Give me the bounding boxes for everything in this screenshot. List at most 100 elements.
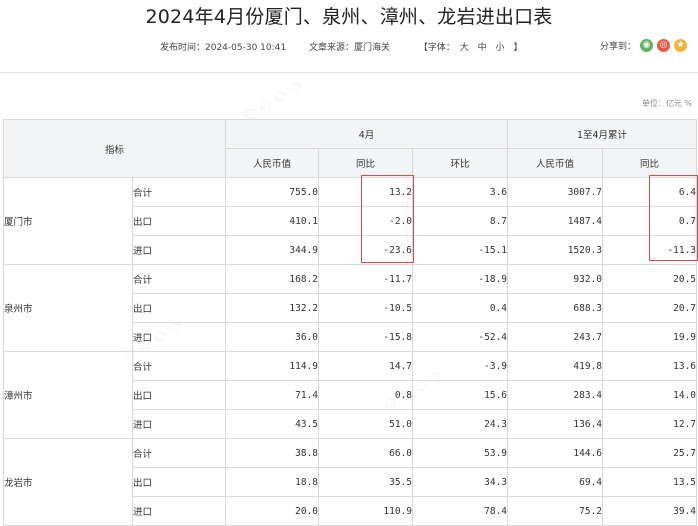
value-cell: -15.1 [412, 235, 509, 265]
value-cell: 3007.7 [507, 177, 604, 207]
value-cell: 0.7 [602, 206, 698, 236]
value-cell: -18.9 [412, 264, 509, 294]
value-cell: 283.4 [507, 380, 604, 410]
value-cell: 168.2 [225, 264, 320, 294]
value-cell: 136.4 [507, 409, 604, 439]
value-cell: 20.7 [602, 293, 698, 323]
value-cell: -23.6 [318, 235, 414, 265]
header-col-rmb: 人民币值 [225, 148, 320, 178]
value-cell: 69.4 [507, 467, 604, 497]
value-cell: 39.4 [602, 496, 698, 526]
font-size-small[interactable]: 小 [496, 43, 505, 53]
value-cell: -10.5 [318, 293, 414, 323]
header-col-ytd-rmb: 人民币值 [507, 148, 604, 178]
value-cell: -52.4 [412, 322, 509, 352]
font-size-label: 【字体： [418, 43, 455, 53]
value-cell: 24.3 [412, 409, 509, 439]
value-cell: 144.6 [507, 438, 604, 468]
value-cell: 51.0 [318, 409, 414, 439]
value-cell: 114.9 [225, 351, 320, 381]
value-cell: 14.7 [318, 351, 414, 381]
font-size-close: 】 [513, 43, 523, 53]
value-cell: 13.2 [318, 177, 414, 207]
weibo-icon[interactable]: ◎ [657, 39, 671, 52]
value-cell: 8.7 [412, 206, 509, 236]
city-name: 泉州市 [3, 264, 133, 352]
value-cell: 13.5 [602, 467, 698, 497]
value-cell: -11.7 [318, 264, 414, 294]
value-cell: 78.4 [412, 496, 509, 526]
header-col-ytd-yoy: 同比 [602, 148, 698, 178]
indicator-cell: 进口 [131, 235, 227, 265]
trade-table: 指标 4月 1至4月累计 人民币值 同比 环比 人民币值 同比 厦门市 合计 755… [2, 119, 698, 526]
value-cell: 132.2 [225, 293, 320, 323]
indicator-cell: 合计 [131, 177, 227, 207]
table-row: 漳州市 合计 114.9 14.7 -3.9 419.8 13.6 [3, 351, 698, 439]
header-col-yoy: 同比 [318, 148, 414, 178]
value-cell: 14.0 [602, 380, 698, 410]
font-size-large[interactable]: 大 [460, 43, 469, 53]
page-title: 2024年4月份厦门、泉州、漳州、龙岩进出口表 [145, 6, 553, 28]
value-cell: 38.8 [225, 438, 320, 468]
indicator-cell: 进口 [131, 322, 227, 352]
value-cell: 15.6 [412, 380, 509, 410]
value-cell: 35.5 [318, 467, 414, 497]
indicator-cell: 合计 [131, 264, 227, 294]
value-cell: 36.0 [225, 322, 320, 352]
article-meta: 发布时间：2024-05-30 10:41 文章来源：厦门海关 【字体： 大 中… [160, 40, 542, 53]
value-cell: 110.9 [318, 496, 414, 526]
indicator-cell: 出口 [131, 380, 227, 410]
value-cell: 1487.4 [507, 206, 604, 236]
share-label: 分享到： [600, 42, 637, 52]
value-cell: 66.0 [318, 438, 414, 468]
value-cell: 0.8 [318, 380, 414, 410]
value-cell: 6.4 [602, 177, 698, 207]
city-name: 漳州市 [3, 351, 133, 439]
header-col-mom: 环比 [412, 148, 509, 178]
publish-time: 发布时间：2024-05-30 10:41 [160, 43, 287, 53]
table-row: 泉州市 合计 168.2 -11.7 -18.9 932.0 20.5 [3, 264, 698, 352]
header-ytd: 1至4月累计 [507, 119, 698, 149]
value-cell: 932.0 [507, 264, 604, 294]
unit-label: 单位：亿元 % [641, 99, 692, 108]
header-april: 4月 [225, 119, 509, 149]
value-cell: 53.9 [412, 438, 509, 468]
article-source: 文章来源：厦门海关 [308, 43, 390, 53]
value-cell: -3.9 [412, 351, 509, 381]
table-body: 厦门市 合计 755.0 13.2 3.6 3007.7 6.4 出口 410.1 -2.0 8.7… [3, 177, 698, 526]
indicator-cell: 合计 [131, 351, 227, 381]
city-name: 龙岩市 [3, 438, 133, 526]
indicator-cell: 合计 [131, 438, 227, 468]
indicator-cell: 出口 [131, 206, 227, 236]
value-cell: 410.1 [225, 206, 320, 236]
value-cell: -15.8 [318, 322, 414, 352]
share-bar: 分享到： ◉ ◎ ★ [600, 39, 688, 52]
value-cell: 19.9 [602, 322, 698, 352]
value-cell: 1520.3 [507, 235, 604, 265]
table-row: 龙岩市 合计 38.8 66.0 53.9 144.6 25.7 [3, 438, 698, 526]
font-size-control: 【字体： 大 中 小 】 [419, 43, 523, 53]
value-cell: 755.0 [225, 177, 320, 207]
table-row: 厦门市 合计 755.0 13.2 3.6 3007.7 6.4 [3, 177, 698, 265]
value-cell: 34.3 [412, 467, 509, 497]
watermark: ◇ ◇ ◇ ◇ [239, 75, 305, 124]
indicator-cell: 出口 [131, 293, 227, 323]
value-cell: 3.6 [412, 177, 509, 207]
value-cell: 43.5 [225, 409, 320, 439]
value-cell: 20.0 [225, 496, 320, 526]
wechat-icon[interactable]: ◉ [640, 39, 654, 52]
header-indicator: 指标 [2, 119, 227, 178]
value-cell: 25.7 [602, 438, 698, 468]
value-cell: 13.6 [602, 351, 698, 381]
value-cell: 0.4 [412, 293, 509, 323]
indicator-cell: 出口 [131, 467, 227, 497]
favorite-icon[interactable]: ★ [674, 39, 688, 52]
value-cell: 419.8 [507, 351, 604, 381]
indicator-cell: 进口 [131, 496, 227, 526]
font-size-medium[interactable]: 中 [478, 43, 487, 53]
value-cell: -11.3 [602, 235, 698, 265]
value-cell: 75.2 [507, 496, 604, 526]
value-cell: 20.5 [602, 264, 698, 294]
indicator-cell: 进口 [131, 409, 227, 439]
value-cell: 344.9 [225, 235, 320, 265]
